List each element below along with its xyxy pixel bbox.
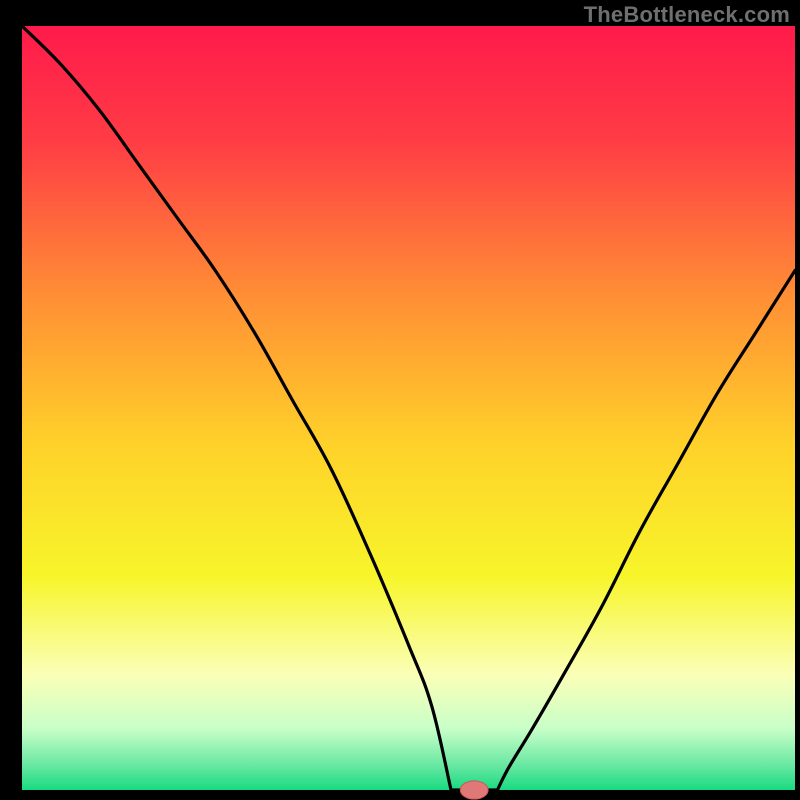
bottleneck-curve-plot	[0, 0, 800, 800]
optimal-point-marker	[460, 781, 488, 799]
chart-frame: TheBottleneck.com	[0, 0, 800, 800]
plot-background	[22, 26, 795, 790]
